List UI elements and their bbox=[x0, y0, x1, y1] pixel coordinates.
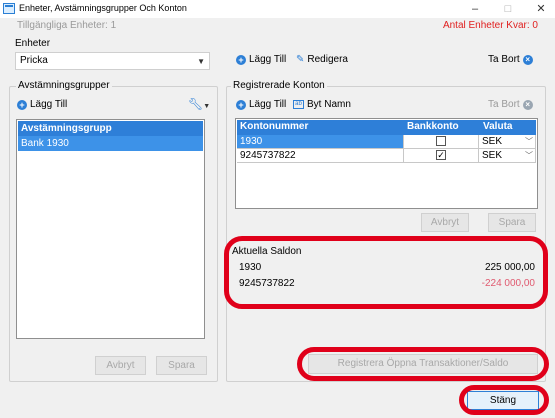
row2-bankkonto-cell: ✓ bbox=[404, 149, 479, 163]
plus-icon: + bbox=[17, 99, 27, 110]
konton-table[interactable]: Kontonummer Bankkonto Valuta 1930 SEK ﹀ … bbox=[235, 118, 538, 209]
enheter-delete-label: Ta Bort bbox=[488, 54, 520, 65]
group-header: Avstämningsgrupp bbox=[18, 121, 203, 136]
enheter-label: Enheter bbox=[15, 38, 51, 49]
title-bar: Enheter, Avstämningsgrupper Och Konton –… bbox=[0, 0, 555, 18]
enheter-selected-value: Pricka bbox=[20, 55, 48, 66]
group-add-button[interactable]: + Lägg Till bbox=[17, 99, 67, 110]
enheter-delete-button[interactable]: Ta Bort × bbox=[488, 54, 533, 65]
row1-bankkonto-checkbox[interactable] bbox=[436, 136, 446, 147]
group-add-label: Lägg Till bbox=[30, 99, 68, 110]
window-title: Enheter, Avstämningsgrupper Och Konton bbox=[19, 3, 187, 13]
konton-label: Registrerade Konton bbox=[231, 80, 327, 91]
highlight-oval-close bbox=[459, 385, 549, 415]
column-valuta: Valuta bbox=[483, 121, 513, 132]
available-units-text: Tillgängliga Enheter: 1 bbox=[17, 20, 117, 31]
maximize-button[interactable]: □ bbox=[494, 0, 522, 18]
close-window-button[interactable]: ✕ bbox=[527, 0, 555, 18]
konto-save-button[interactable]: Spara bbox=[488, 213, 536, 232]
chevron-down-icon: ▼ bbox=[197, 57, 205, 66]
konton-header-row: Kontonummer Bankkonto Valuta bbox=[237, 120, 536, 135]
column-bankkonto: Bankkonto bbox=[407, 121, 459, 132]
plus-icon: + bbox=[236, 99, 246, 110]
avstamningsgrupper-label: Avstämningsgrupper bbox=[16, 80, 112, 91]
enheter-add-button[interactable]: + Lägg Till bbox=[236, 54, 286, 65]
chevron-down-icon: ﹀ bbox=[525, 151, 533, 160]
wrench-icon[interactable]: 🔧︎▼ bbox=[188, 97, 210, 111]
row2-kontonummer[interactable]: 9245737822 bbox=[237, 149, 404, 163]
konto-cancel-button[interactable]: Avbryt bbox=[421, 213, 469, 232]
group-save-button[interactable]: Spara bbox=[156, 356, 207, 375]
remove-icon: × bbox=[522, 99, 533, 110]
rename-icon: ab bbox=[293, 100, 304, 109]
row1-valuta-value: SEK bbox=[482, 136, 503, 147]
konto-rename-label: Byt Namn bbox=[307, 99, 351, 110]
row1-valuta-select[interactable]: SEK ﹀ bbox=[479, 135, 536, 149]
remove-icon: × bbox=[522, 54, 533, 65]
konto-delete-button[interactable]: Ta Bort × bbox=[488, 99, 533, 110]
plus-icon: + bbox=[236, 54, 246, 65]
minimize-button[interactable]: – bbox=[461, 0, 489, 18]
row2-bankkonto-checkbox[interactable]: ✓ bbox=[436, 150, 446, 161]
enheter-select[interactable]: Pricka ▼ bbox=[15, 52, 210, 70]
enheter-add-label: Lägg Till bbox=[249, 54, 287, 65]
highlight-oval-register bbox=[297, 347, 549, 381]
row1-bankkonto-cell bbox=[404, 135, 479, 149]
row2-valuta-value: SEK bbox=[482, 150, 503, 161]
units-remaining-text: Antal Enheter Kvar: 0 bbox=[442, 20, 538, 31]
enheter-edit-button[interactable]: ✎ Redigera bbox=[296, 54, 348, 65]
group-list[interactable]: Avstämningsgrupp Bank 1930 bbox=[16, 119, 205, 339]
highlight-oval-saldon bbox=[224, 236, 548, 309]
group-cancel-button[interactable]: Avbryt bbox=[95, 356, 146, 375]
column-kontonummer: Kontonummer bbox=[240, 121, 309, 132]
konto-rename-button[interactable]: ab Byt Namn bbox=[293, 99, 351, 110]
row1-kontonummer[interactable]: 1930 bbox=[237, 135, 404, 149]
konto-add-label: Lägg Till bbox=[249, 99, 287, 110]
app-icon bbox=[3, 3, 15, 14]
konto-add-button[interactable]: + Lägg Till bbox=[236, 99, 286, 110]
chevron-down-icon: ﹀ bbox=[525, 137, 533, 146]
konto-delete-label: Ta Bort bbox=[488, 99, 520, 110]
group-row[interactable]: Bank 1930 bbox=[18, 136, 203, 151]
pencil-icon: ✎ bbox=[296, 54, 305, 65]
row2-valuta-select[interactable]: SEK ﹀ bbox=[479, 149, 536, 163]
enheter-edit-label: Redigera bbox=[307, 54, 348, 65]
